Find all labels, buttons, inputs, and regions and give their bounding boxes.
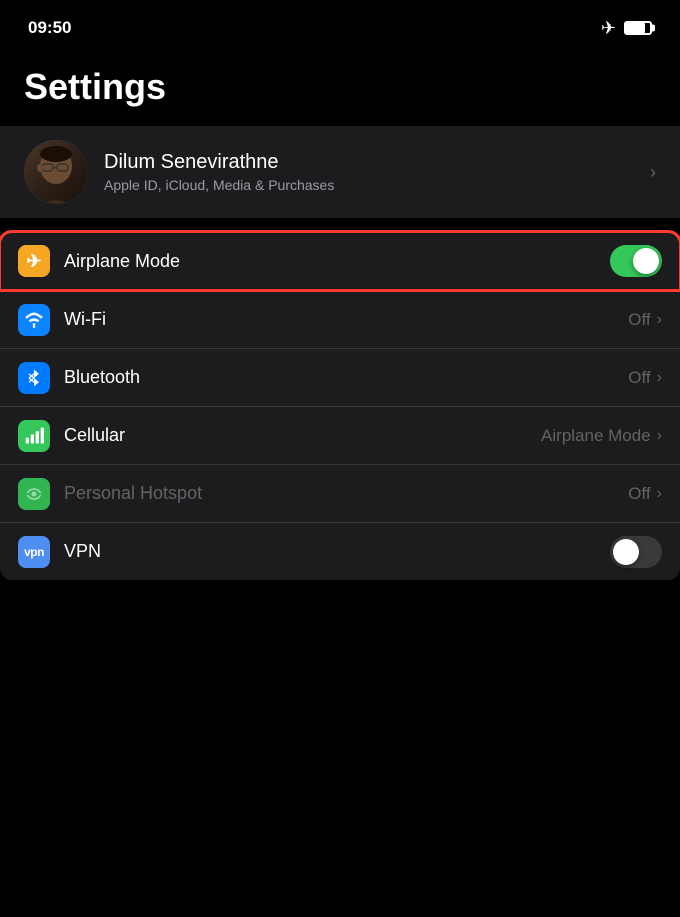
cellular-icon-bg: [18, 420, 50, 452]
cellular-chevron: ›: [657, 427, 662, 445]
bluetooth-icon: [26, 368, 42, 388]
hotspot-chevron: ›: [657, 485, 662, 503]
vpn-icon-text: vpn: [24, 545, 44, 559]
status-icons: ✈: [601, 18, 652, 39]
bluetooth-value: Off: [628, 368, 650, 388]
status-bar: 09:50 ✈: [0, 0, 680, 50]
wifi-label: Wi-Fi: [64, 309, 628, 330]
settings-item-bluetooth[interactable]: Bluetooth Off ›: [0, 348, 680, 406]
profile-name: Dilum Senevirathne: [104, 151, 642, 174]
wifi-icon: [24, 310, 44, 330]
profile-chevron: ›: [650, 162, 656, 183]
cellular-value: Airplane Mode: [541, 426, 651, 446]
hotspot-value: Off: [628, 484, 650, 504]
settings-item-vpn[interactable]: vpn VPN: [0, 522, 680, 580]
bluetooth-icon-bg: [18, 362, 50, 394]
airplane-icon: ✈: [26, 251, 41, 272]
battery-icon: [624, 21, 652, 35]
settings-item-cellular[interactable]: Cellular Airplane Mode ›: [0, 406, 680, 464]
settings-item-personal-hotspot[interactable]: Personal Hotspot Off ›: [0, 464, 680, 522]
airplane-mode-icon-bg: ✈: [18, 245, 50, 277]
battery-fill: [626, 23, 645, 33]
profile-subtitle: Apple ID, iCloud, Media & Purchases: [104, 177, 642, 193]
avatar-svg: [24, 140, 88, 204]
profile-info: Dilum Senevirathne Apple ID, iCloud, Med…: [104, 151, 642, 193]
cellular-icon: [24, 426, 44, 446]
airplane-mode-toggle[interactable]: [610, 245, 662, 277]
wifi-icon-bg: [18, 304, 50, 336]
airplane-mode-status-icon: ✈: [601, 18, 616, 39]
wifi-chevron: ›: [657, 311, 662, 329]
hotspot-label: Personal Hotspot: [64, 483, 628, 504]
profile-row[interactable]: Dilum Senevirathne Apple ID, iCloud, Med…: [0, 126, 680, 218]
toggle-knob: [633, 248, 659, 274]
avatar-image: [24, 140, 88, 204]
settings-item-airplane-mode[interactable]: ✈ Airplane Mode: [0, 232, 680, 290]
status-time: 09:50: [28, 18, 71, 38]
wifi-value: Off: [628, 310, 650, 330]
vpn-toggle[interactable]: [610, 536, 662, 568]
vpn-label: VPN: [64, 541, 610, 562]
vpn-icon-bg: vpn: [18, 536, 50, 568]
page-title: Settings: [0, 50, 680, 126]
hotspot-icon: [24, 484, 44, 504]
airplane-mode-label: Airplane Mode: [64, 251, 610, 272]
avatar: [24, 140, 88, 204]
cellular-label: Cellular: [64, 425, 541, 446]
vpn-toggle-knob: [613, 539, 639, 565]
settings-section: ✈ Airplane Mode Wi-Fi Off ›: [0, 232, 680, 580]
settings-item-wifi[interactable]: Wi-Fi Off ›: [0, 290, 680, 348]
hotspot-icon-bg: [18, 478, 50, 510]
bluetooth-label: Bluetooth: [64, 367, 628, 388]
bluetooth-chevron: ›: [657, 369, 662, 387]
